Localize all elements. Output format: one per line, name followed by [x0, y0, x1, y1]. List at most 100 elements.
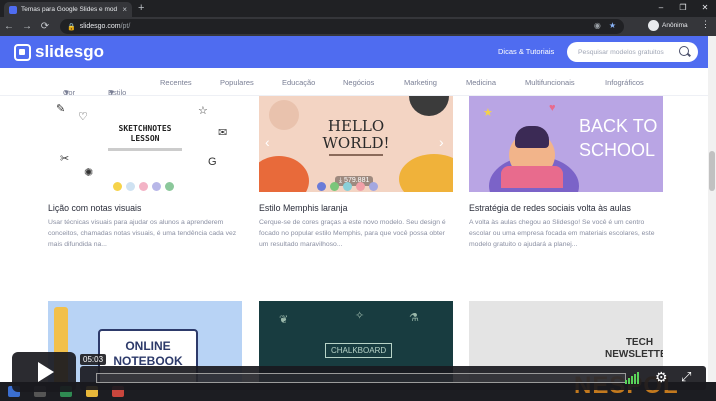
- thumb-title-line-1: TECH: [625, 337, 654, 348]
- minimize-button[interactable]: –: [650, 0, 672, 15]
- category-negocios[interactable]: Negócios: [343, 78, 374, 87]
- chevron-left-icon[interactable]: ‹: [265, 134, 270, 150]
- search-placeholder: Pesquisar modelos gratuitos: [578, 48, 664, 56]
- girl-reading-illustration: [501, 126, 563, 188]
- thumb-title: HELLO WORLD!: [307, 118, 405, 152]
- lightbulb-doodle-icon: ✺: [84, 167, 94, 179]
- thumb-title-line-1: ONLINE: [125, 339, 171, 353]
- thumb-title: BACK TO SCHOOL: [579, 114, 657, 162]
- address-bar[interactable]: 🔒 slidesgo.com/pt/ ◉ ★: [60, 19, 624, 34]
- slidesgo-logo-icon: [14, 43, 31, 61]
- category-medicina[interactable]: Medicina: [466, 78, 496, 87]
- fullscreen-icon[interactable]: ⤢: [681, 369, 691, 385]
- browser-tab[interactable]: Temas para Google Slides e mod ×: [4, 2, 132, 17]
- color-swatch[interactable]: [165, 182, 174, 191]
- color-swatch[interactable]: [139, 182, 148, 191]
- progress-track[interactable]: [96, 373, 626, 383]
- thumb-title-line-1: SKETCHNOTES: [118, 124, 172, 133]
- url-path: /pt/: [120, 23, 131, 30]
- category-populares[interactable]: Populares: [220, 78, 254, 87]
- card-thumbnail[interactable]: ✎ ♡ ☆ ✉ ✂ G ✺ SKETCHNOTES LESSON: [48, 96, 242, 192]
- thumb-subtitle: [108, 148, 182, 151]
- shape-decoration: [409, 96, 449, 116]
- color-swatches: [113, 182, 174, 191]
- card-title[interactable]: Estilo Memphis laranja: [259, 203, 453, 213]
- card-thumbnail[interactable]: HELLO WORLD! ‹ › ⤓ 579.881: [259, 96, 453, 192]
- profile-chip[interactable]: Anônima: [648, 20, 688, 31]
- browser-toolbar: ← → ⟳ 🔒 slidesgo.com/pt/ ◉ ★ Anônima ⋮: [0, 17, 716, 36]
- gear-icon[interactable]: ⚙: [655, 369, 668, 386]
- control-bar: ⚙ ⤢: [80, 366, 706, 390]
- close-window-button[interactable]: ✕: [694, 0, 716, 15]
- maximize-button[interactable]: ❐: [672, 0, 694, 15]
- template-card[interactable]: HELLO WORLD! ‹ › ⤓ 579.881 Estilo Memphis…: [259, 96, 453, 250]
- reload-button[interactable]: ⟳: [36, 21, 54, 32]
- category-recentes[interactable]: Recentes: [160, 78, 192, 87]
- category-infograficos[interactable]: Infográficos: [605, 78, 644, 87]
- lock-icon: 🔒: [67, 23, 76, 31]
- scrollbar-thumb[interactable]: [709, 151, 715, 191]
- card-title[interactable]: Estratégia de redes sociais volta às aul…: [469, 203, 663, 213]
- pencil-doodle-icon: ✎: [56, 103, 66, 115]
- ruler-doodle-icon: ✂: [60, 153, 70, 165]
- search-input[interactable]: Pesquisar modelos gratuitos: [567, 42, 698, 62]
- new-tab-button[interactable]: +: [138, 2, 144, 14]
- screen: Temas para Google Slides e mod × + – ❐ ✕…: [0, 0, 716, 401]
- card-title[interactable]: Lição com notas visuais: [48, 203, 242, 213]
- volume-meter[interactable]: [625, 372, 639, 384]
- thumb-title-line-2: LESSON: [130, 134, 160, 143]
- category-educacao[interactable]: Educação: [282, 78, 315, 87]
- color-swatch[interactable]: [356, 182, 365, 191]
- star-doodle-icon: ☆: [198, 105, 208, 117]
- omnibox-icons: ◉ ★: [594, 21, 616, 30]
- card-description: Cerque-se de cores graças a este novo mo…: [259, 219, 446, 248]
- search-icon[interactable]: [679, 46, 689, 56]
- color-swatch[interactable]: [317, 182, 326, 191]
- compass-doodle-icon: ✧: [355, 310, 365, 322]
- shape-decoration: [259, 156, 309, 192]
- color-swatch[interactable]: [330, 182, 339, 191]
- dicas-tutoriais-link[interactable]: Dicas & Tutoriais: [498, 47, 554, 56]
- color-swatch[interactable]: [113, 182, 122, 191]
- thumb-title-line-2: SCHOOL: [579, 140, 656, 160]
- category-nav: Cor ▼ Estilo ▼ Recentes Populares Educaç…: [0, 68, 716, 97]
- window-controls: – ❐ ✕: [650, 0, 716, 15]
- slidesgo-logo[interactable]: slidesgo: [14, 42, 104, 62]
- category-multifuncionais[interactable]: Multifuncionais: [525, 78, 575, 87]
- color-swatch[interactable]: [152, 182, 161, 191]
- volume-bar: [637, 372, 639, 384]
- browser-menu-icon[interactable]: ⋮: [701, 19, 710, 30]
- page-scrollbar[interactable]: [708, 36, 716, 382]
- thumb-title: CHALKBOARD: [325, 343, 393, 358]
- leaf-doodle-icon: ❦: [279, 314, 289, 326]
- category-marketing[interactable]: Marketing: [404, 78, 437, 87]
- url-text: slidesgo.com/pt/: [80, 23, 131, 30]
- heart-doodle-icon: ♥: [549, 102, 556, 114]
- color-swatch[interactable]: [343, 182, 352, 191]
- bookmark-star-icon[interactable]: ★: [609, 21, 616, 30]
- forward-button[interactable]: →: [18, 21, 36, 32]
- shape-decoration: [399, 154, 453, 192]
- thumb-title-line-1: HELLO: [327, 117, 385, 135]
- profile-label: Anônima: [662, 22, 688, 29]
- web-viewport: slidesgo Dicas & Tutoriais Pesquisar mod…: [0, 36, 716, 382]
- color-swatch[interactable]: [126, 182, 135, 191]
- template-card[interactable]: ★ ♥ BACK TO SCHOOL Estratégia de redes so…: [469, 96, 663, 250]
- volume-bar: [625, 380, 627, 384]
- color-swatch[interactable]: [369, 182, 378, 191]
- template-card[interactable]: ✎ ♡ ☆ ✉ ✂ G ✺ SKETCHNOTES LESSON Lição co…: [48, 96, 242, 250]
- thumb-title: SKETCHNOTES LESSON: [98, 124, 192, 144]
- book-doodle-icon: ✉: [218, 127, 228, 139]
- volume-bar: [631, 376, 633, 384]
- tab-close-icon[interactable]: ×: [122, 5, 127, 14]
- logo-text: slidesgo: [35, 42, 104, 61]
- letter-doodle-icon: G: [208, 156, 217, 168]
- back-button[interactable]: ←: [0, 21, 18, 32]
- thumb-title-line-2: WORLD!: [322, 134, 390, 152]
- incognito-eye-icon[interactable]: ◉: [594, 21, 601, 30]
- volume-bar: [628, 378, 630, 384]
- card-description: Usar técnicas visuais para ajudar os alu…: [48, 219, 237, 248]
- chevron-right-icon[interactable]: ›: [439, 134, 444, 150]
- play-button[interactable]: [12, 352, 76, 392]
- card-thumbnail[interactable]: ★ ♥ BACK TO SCHOOL: [469, 96, 663, 192]
